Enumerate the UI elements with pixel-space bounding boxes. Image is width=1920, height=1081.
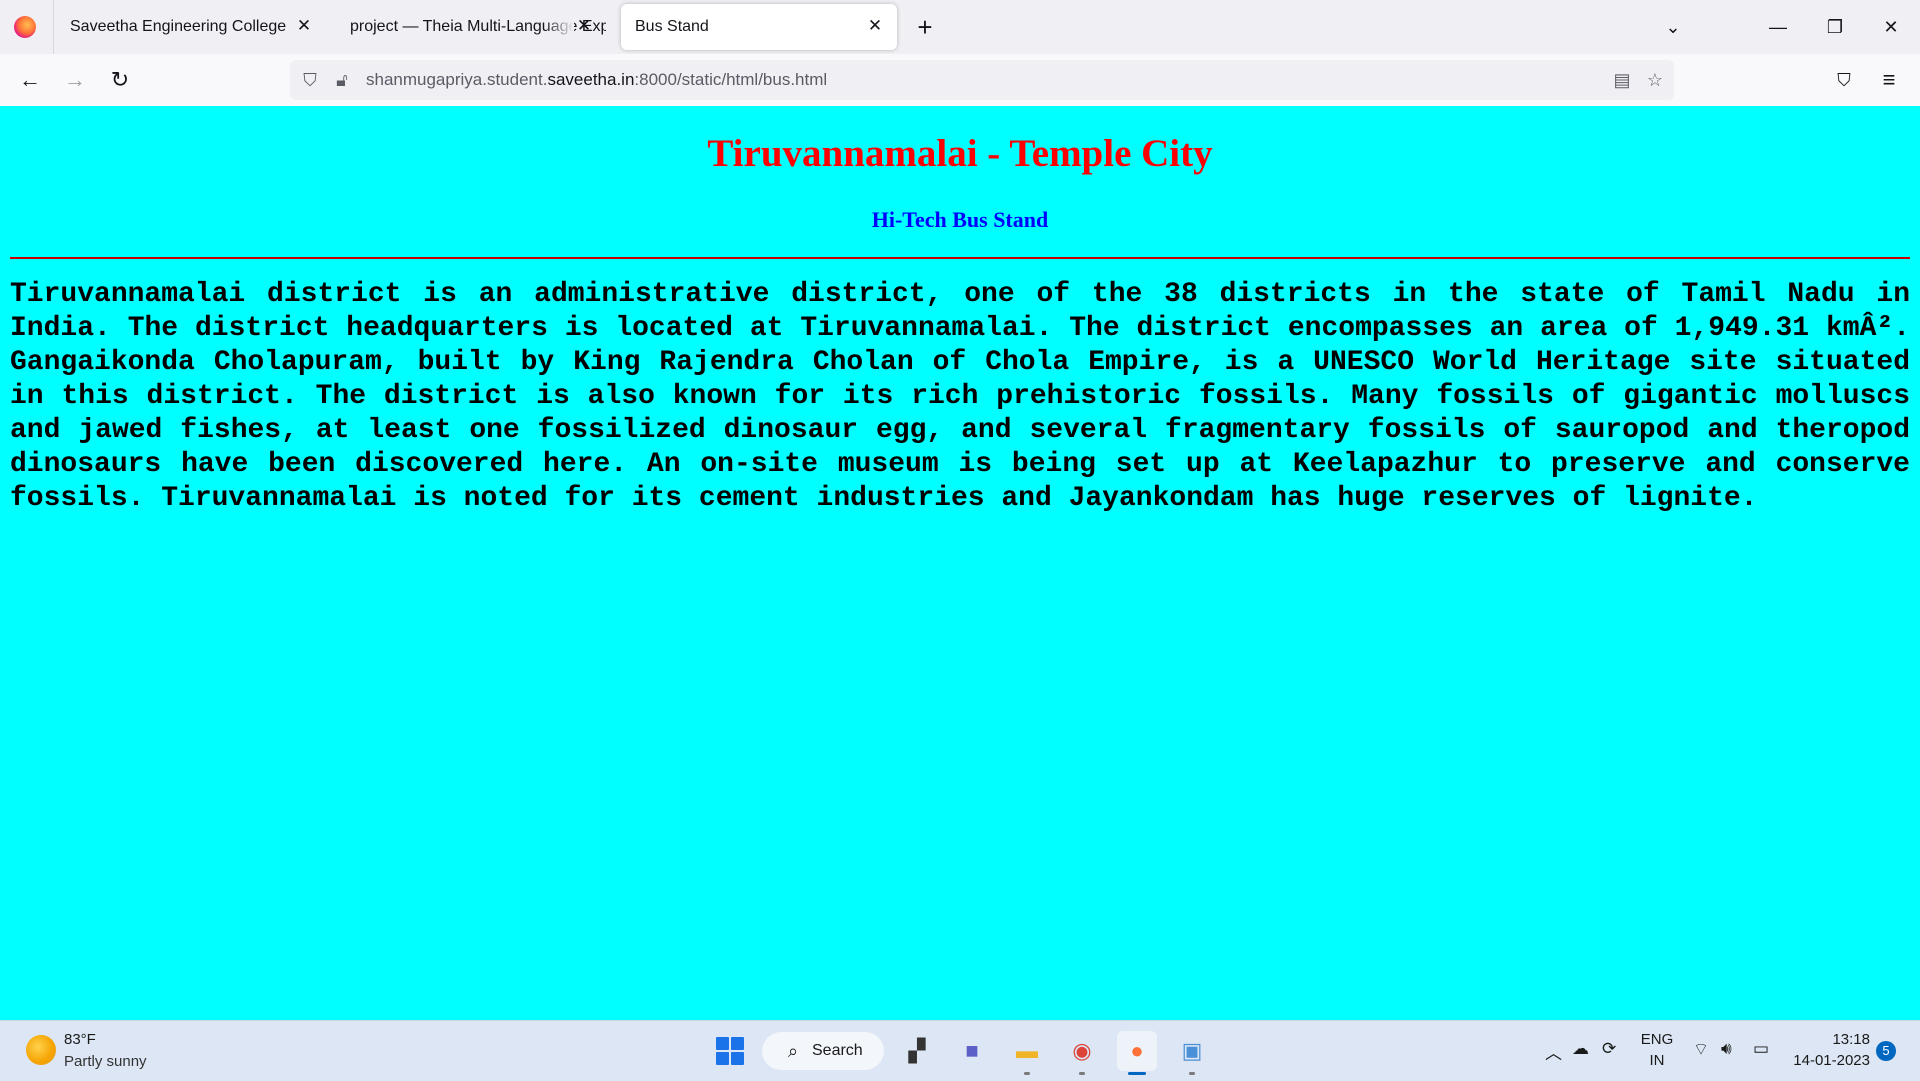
page-subtitle: Hi-Tech Bus Stand [871, 207, 1049, 232]
tab-label: Bus Stand [635, 18, 709, 35]
close-window-button[interactable]: ✕ [1868, 10, 1914, 44]
tab-bus-stand[interactable]: Bus Stand ✕ [621, 4, 897, 50]
weather-partly-sunny-icon[interactable] [26, 1035, 56, 1065]
navigation-bar: ← → ↻ ⛉ 🔓︎ shanmugapriya.student.saveeth… [0, 54, 1920, 107]
page-title: Tiruvannamalai - Temple City [707, 132, 1213, 175]
close-tab-icon[interactable]: ✕ [574, 16, 594, 36]
search-icon: ⌕ [788, 1041, 799, 1061]
language-indicator-top[interactable]: ENG [1640, 1031, 1674, 1048]
forward-arrow-icon[interactable]: → [59, 64, 91, 96]
weather-temperature[interactable]: 83°F [64, 1031, 96, 1048]
menu-hamburger-icon[interactable]: ≡ [1873, 64, 1905, 96]
horizontal-rule [10, 257, 1910, 259]
clock-time[interactable]: 13:18 [1790, 1031, 1870, 1048]
taskbar: 83°F Partly sunny ⌕ Search ▞ ■ ▬ ◉ ● ▣ ︿… [0, 1020, 1920, 1081]
bookmark-star-icon[interactable]: ☆ [1643, 68, 1667, 92]
language-indicator-bottom[interactable]: IN [1640, 1052, 1674, 1069]
close-tab-icon[interactable]: ✕ [865, 16, 885, 36]
onedrive-cloud-icon[interactable]: ☁ [1572, 1039, 1589, 1059]
sync-icon[interactable]: ⟳ [1602, 1039, 1616, 1059]
pocket-icon[interactable]: ⛉ [1828, 64, 1860, 96]
tab-separator [53, 0, 54, 54]
address-bar[interactable]: ⛉ 🔓︎ shanmugapriya.student.saveetha.in:8… [290, 60, 1674, 100]
new-tab-button[interactable]: + [912, 12, 938, 42]
clock-date[interactable]: 14-01-2023 [1786, 1052, 1870, 1069]
snipping-tool-icon[interactable]: ▣ [1172, 1031, 1212, 1071]
volume-icon[interactable]: 🔊︎ [1721, 1039, 1732, 1059]
notification-count-badge[interactable]: 5 [1876, 1041, 1896, 1061]
firefox-taskbar-icon[interactable]: ● [1117, 1031, 1157, 1071]
url-text[interactable]: shanmugapriya.student.saveetha.in:8000/s… [366, 70, 827, 90]
task-view-icon[interactable]: ▞ [897, 1031, 937, 1071]
teams-chat-icon[interactable]: ■ [952, 1031, 992, 1071]
tab-bar: Saveetha Engineering College ✕ project —… [0, 0, 1920, 54]
close-tab-icon[interactable]: ✕ [294, 16, 314, 36]
minimize-button[interactable]: — [1755, 10, 1801, 44]
taskbar-search-button[interactable]: ⌕ Search [762, 1032, 884, 1070]
battery-icon[interactable]: ▭ [1753, 1039, 1769, 1059]
wifi-icon[interactable]: ⌔ [1693, 1039, 1709, 1060]
file-explorer-icon[interactable]: ▬ [1007, 1031, 1047, 1071]
back-arrow-icon[interactable]: ← [14, 64, 46, 96]
show-hidden-icons-chevron-icon[interactable]: ︿ [1545, 1039, 1562, 1064]
reader-view-icon[interactable]: ▤ [1610, 68, 1634, 92]
list-all-tabs-icon[interactable]: ⌄ [1650, 10, 1696, 44]
insecure-lock-icon[interactable]: 🔓︎ [330, 68, 354, 92]
tab-label: Saveetha Engineering College [70, 18, 287, 35]
firefox-view-icon[interactable] [14, 16, 36, 38]
tracking-shield-icon[interactable]: ⛉ [298, 68, 322, 92]
restore-button[interactable]: ❐ [1812, 10, 1858, 44]
reload-icon[interactable]: ↻ [104, 64, 136, 96]
tab-saveetha[interactable]: Saveetha Engineering College ✕ [56, 4, 326, 50]
district-description: Tiruvannamalai district is an administra… [10, 279, 1910, 514]
weather-description[interactable]: Partly sunny [64, 1053, 147, 1070]
windows-start-icon[interactable] [710, 1031, 750, 1071]
chrome-icon[interactable]: ◉ [1062, 1031, 1102, 1071]
tab-project[interactable]: project — Theia Multi-Language Explorer … [336, 4, 606, 50]
page-content: Tiruvannamalai - Temple City Hi-Tech Bus… [0, 106, 1920, 1020]
